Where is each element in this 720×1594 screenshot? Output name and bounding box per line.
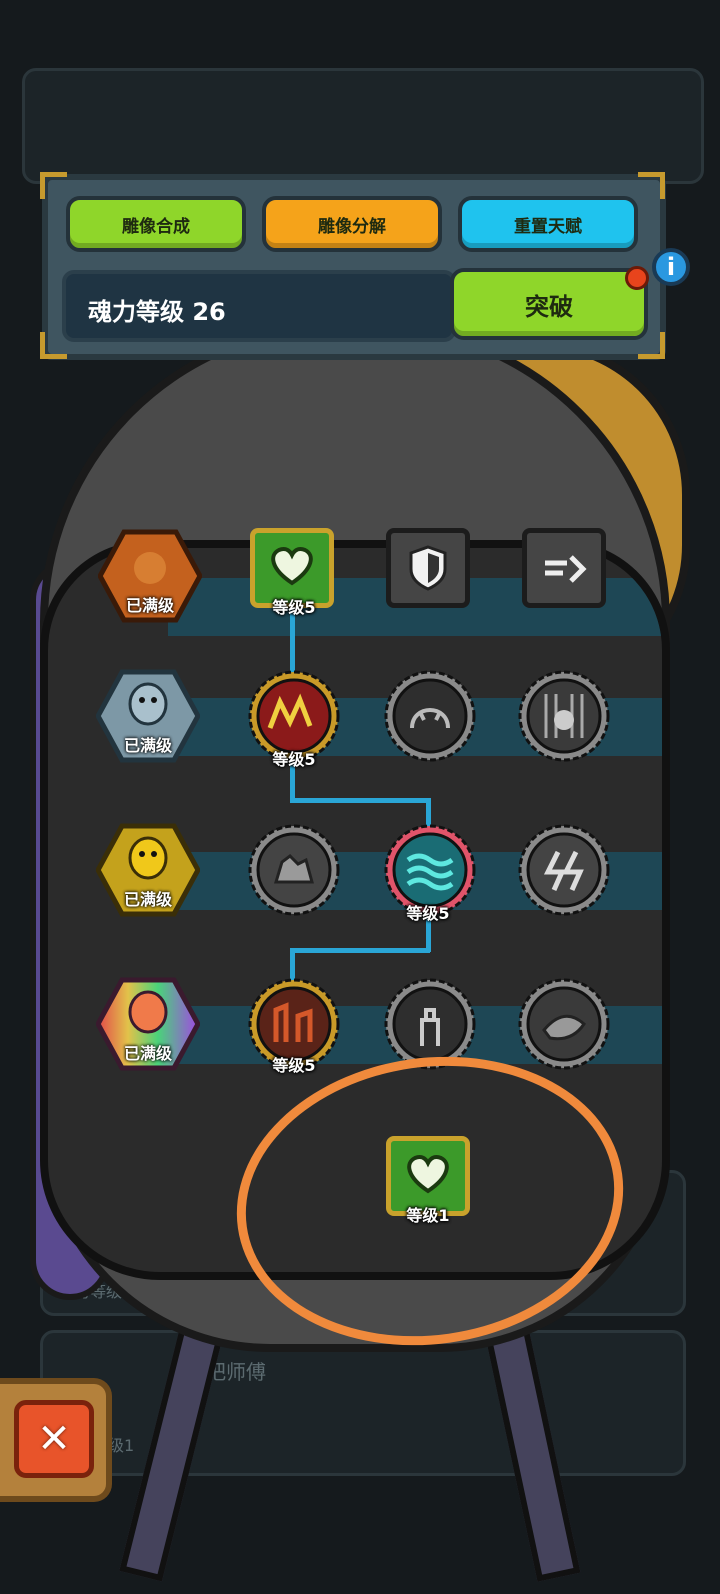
talent-node-monster[interactable] — [382, 668, 478, 764]
statue-status-label: 已满级 — [123, 1044, 172, 1063]
soul-level-text: 魂力等级 26 — [88, 298, 226, 326]
statue-status-label: 已满级 — [123, 736, 172, 755]
connector-line — [290, 948, 430, 953]
talent-node-dash[interactable] — [522, 528, 606, 608]
connector-line — [290, 798, 430, 803]
background-panel-top — [22, 68, 704, 184]
statue-badge[interactable]: 已满级 — [96, 976, 200, 1072]
talent-node-beast[interactable] — [516, 976, 612, 1072]
soul-level-panel: 魂力等级 26 — [62, 270, 456, 342]
info-button[interactable]: i — [652, 248, 690, 286]
talent-node-level: 等级5 — [406, 904, 450, 923]
talent-node-creature[interactable] — [516, 668, 612, 764]
panel-corner — [638, 172, 665, 199]
close-button[interactable]: ✕ — [14, 1400, 94, 1478]
statue-status-label: 已满级 — [123, 890, 172, 909]
talent-node-rock[interactable] — [246, 822, 342, 918]
panel-corner — [40, 172, 67, 199]
statue-decompose-button[interactable]: 雕像分解 — [262, 196, 442, 252]
breakthrough-button[interactable]: 突破 — [450, 268, 648, 340]
heart-icon — [271, 546, 313, 586]
talent-node-level: 等级5 — [272, 750, 316, 769]
statue-badge[interactable]: 已满级 — [98, 528, 202, 624]
close-icon: ✕ — [37, 1416, 71, 1462]
statue-status-label: 已满级 — [125, 596, 174, 615]
reset-talent-button[interactable]: 重置天赋 — [458, 196, 638, 252]
talent-node-lightning[interactable] — [516, 822, 612, 918]
statue-compose-button[interactable]: 雕像合成 — [66, 196, 246, 252]
shield-icon — [409, 545, 447, 591]
talent-node-level: 等级5 — [272, 598, 316, 617]
statue-badge[interactable]: 已满级 — [96, 668, 200, 764]
talent-node-shield[interactable] — [386, 528, 470, 608]
notification-dot — [625, 266, 649, 290]
talent-node-level: 等级5 — [272, 1056, 316, 1075]
dash-icon — [545, 555, 587, 583]
statue-badge[interactable]: 已满级 — [96, 822, 200, 918]
